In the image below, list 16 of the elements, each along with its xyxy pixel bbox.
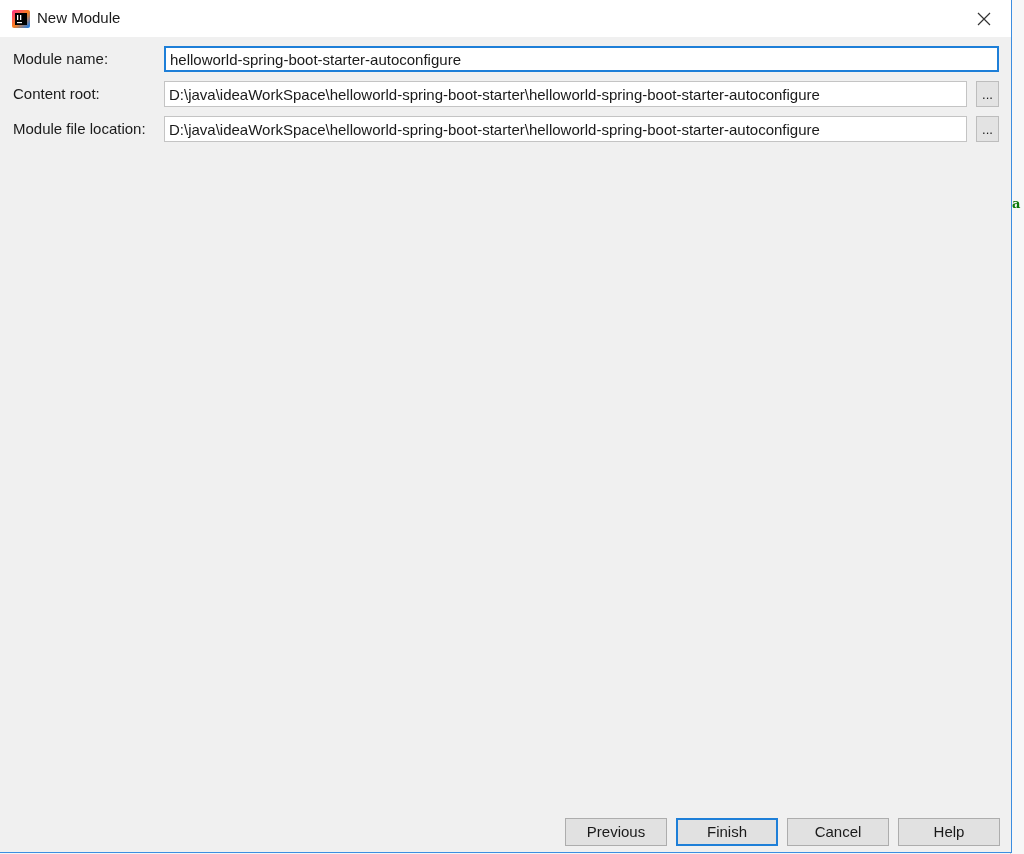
code-fragment: a: [1012, 195, 1021, 213]
close-icon: [977, 11, 991, 26]
dialog-button[interactable]: Previous: [565, 818, 667, 846]
field-label: Module file location:: [13, 118, 147, 139]
text-field[interactable]: helloworld-spring-boot-starter-autoconfigure: [164, 46, 999, 72]
browse-button[interactable]: ...: [976, 116, 999, 142]
text-field[interactable]: D:\java\ideaWorkSpace\helloworld-spring-boot-starter\helloworld-spring-boot-starter-autoconfigure: [164, 81, 967, 107]
dialog-button[interactable]: Cancel: [787, 818, 889, 846]
browse-button[interactable]: ...: [976, 81, 999, 107]
field-label: Module name:: [13, 48, 110, 69]
field-label: Content root:: [13, 83, 101, 104]
window-title: New Module: [37, 8, 121, 29]
dialog-button[interactable]: Finish: [676, 818, 778, 846]
app-icon: [12, 9, 30, 28]
text-field[interactable]: D:\java\ideaWorkSpace\helloworld-spring-boot-starter\helloworld-spring-boot-starter-autoconfigure: [164, 116, 967, 142]
dialog-button[interactable]: Help: [898, 818, 1000, 846]
